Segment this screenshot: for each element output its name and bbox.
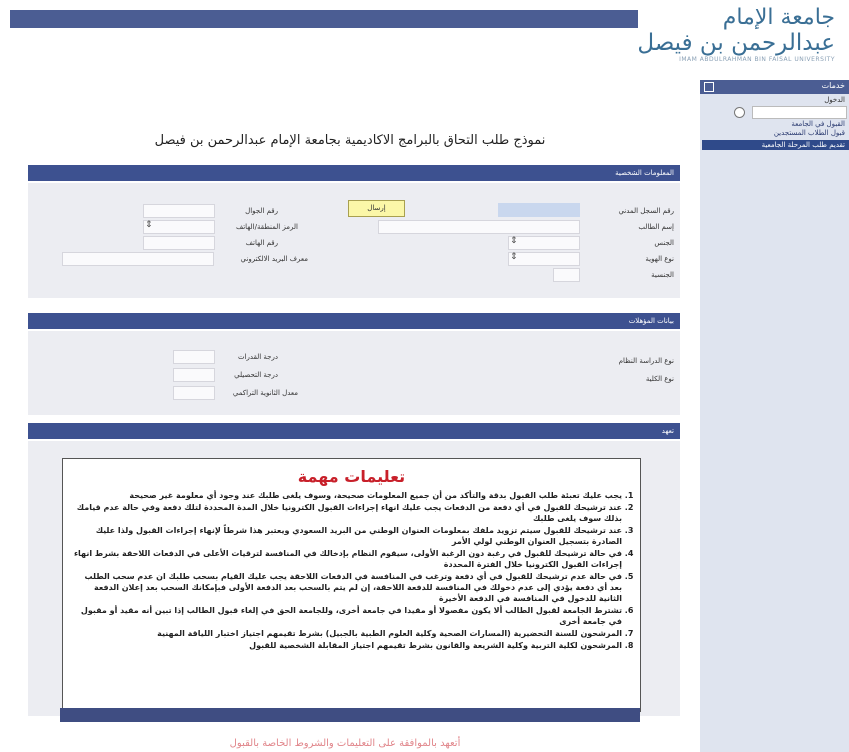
civil-record-label: رقم السجل المدني — [618, 207, 674, 215]
email-field[interactable] — [62, 252, 214, 266]
radio-icon[interactable] — [734, 107, 745, 118]
sidebar-login-label: الدخول — [824, 96, 845, 104]
abilities-score-label: درجة القدرات — [237, 353, 278, 361]
gpa-label: معدل الثانوية التراكمي — [232, 389, 298, 397]
gender-select[interactable] — [508, 236, 580, 250]
region-code-select[interactable] — [143, 220, 215, 234]
send-button[interactable]: إرسال — [348, 200, 405, 217]
instruction-item: المرشحون لكلية التربية وكلية الشريعة وال… — [71, 640, 622, 651]
qualifications-panel: نوع الدراسة النظام نوع الكلية درجة القدر… — [28, 331, 680, 415]
section-header-qualifications: بيانات المؤهلات — [28, 313, 680, 329]
instruction-item: المرشحون للسنة التحضيرية (المسارات الصحي… — [71, 628, 622, 639]
sidebar: خدمات الدخول القبول في الجامعة قبول الطل… — [700, 80, 849, 752]
logo-line2: عبدالرحمن بن فيصل — [637, 30, 835, 56]
mobile-field[interactable] — [143, 204, 215, 218]
instructions-list: يجب عليك تعبئة طلب القبول بدقة والتأكد م… — [63, 490, 640, 651]
id-type-dropdown-icon[interactable]: ⇕ — [510, 252, 518, 262]
student-name-label: إسم الطالب — [638, 223, 674, 231]
nationality-field[interactable] — [553, 268, 580, 282]
sidebar-search-input[interactable] — [752, 106, 847, 119]
sidebar-header: خدمات — [700, 80, 849, 94]
collapse-icon[interactable] — [704, 82, 714, 92]
sidebar-title: خدمات — [821, 81, 845, 90]
university-logo: جامعة الإمام عبدالرحمن بن فيصل IMAM ABDU… — [625, 6, 835, 64]
instructions-title: تعليمات مهمة — [297, 467, 406, 486]
achievement-score-field[interactable] — [173, 368, 215, 382]
gender-label: الجنس — [654, 239, 674, 247]
email-label: معرف البريد الالكتروني — [240, 255, 308, 263]
region-code-dropdown-icon[interactable]: ⇕ — [145, 220, 153, 230]
instruction-item: في حالة عدم ترشيحك للقبول في أي دفعة وتر… — [71, 571, 622, 604]
study-type-label: نوع الدراسة النظام — [618, 357, 674, 365]
header-bar — [10, 10, 638, 28]
agree-checkbox-label[interactable]: أتعهد بالموافقة على التعليمات والشروط ال… — [180, 738, 510, 749]
instruction-item: تشترط الجامعة لقبول الطالب ألا يكون مفصو… — [71, 605, 622, 627]
instructions-box: تعليمات مهمة يجب عليك تعبئة طلب القبول ب… — [62, 458, 641, 712]
footer-bar — [60, 708, 640, 722]
instruction-item: يجب عليك تعبئة طلب القبول بدقة والتأكد م… — [71, 490, 622, 501]
gender-dropdown-icon[interactable]: ⇕ — [510, 236, 518, 246]
gpa-field[interactable] — [173, 386, 215, 400]
achievement-score-label: درجة التحصيلي — [234, 371, 278, 379]
sidebar-link-new-students[interactable]: قبول الطلاب المستجدين — [700, 129, 849, 138]
instruction-item: عند ترشيحك للقبول سيتم تزويد ملفك بمعلوم… — [71, 525, 622, 547]
nationality-label: الجنسية — [651, 271, 674, 279]
id-type-select[interactable] — [508, 252, 580, 266]
phone-field[interactable] — [143, 236, 215, 250]
section-header-personal: المعلومات الشخصية — [28, 165, 680, 181]
logo-english: IMAM ABDULRAHMAN BIN FAISAL UNIVERSITY — [679, 56, 835, 63]
phone-label: رقم الهاتف — [245, 239, 278, 247]
college-type-label: نوع الكلية — [645, 375, 674, 383]
mobile-label: رقم الجوال — [245, 207, 278, 215]
civil-record-field[interactable] — [498, 203, 580, 217]
sidebar-item-undergrad-application[interactable]: تقديم طلب المرحلة الجامعية — [702, 140, 849, 150]
id-type-label: نوع الهوية — [645, 255, 674, 263]
student-name-field[interactable] — [378, 220, 580, 234]
sidebar-search-row — [700, 104, 849, 120]
section-header-pledge: تعهد — [28, 423, 680, 439]
region-code-label: الرمز المنطقة/الهاتف — [235, 223, 298, 231]
abilities-score-field[interactable] — [173, 350, 215, 364]
sidebar-link-university-admission[interactable]: القبول في الجامعة — [700, 120, 849, 129]
personal-info-panel: رقم السجل المدني إسم الطالب الجنس ⇕ نوع … — [28, 183, 680, 298]
instruction-item: في حالة ترشيحك للقبول في رغبة دون الرغبة… — [71, 548, 622, 570]
logo-line1: جامعة الإمام — [722, 5, 835, 30]
page-title: نموذج طلب التحاق بالبرامج الاكاديمية بجا… — [154, 133, 546, 148]
instruction-item: عند ترشيحك للقبول في أي دفعة من الدفعات … — [71, 502, 622, 524]
